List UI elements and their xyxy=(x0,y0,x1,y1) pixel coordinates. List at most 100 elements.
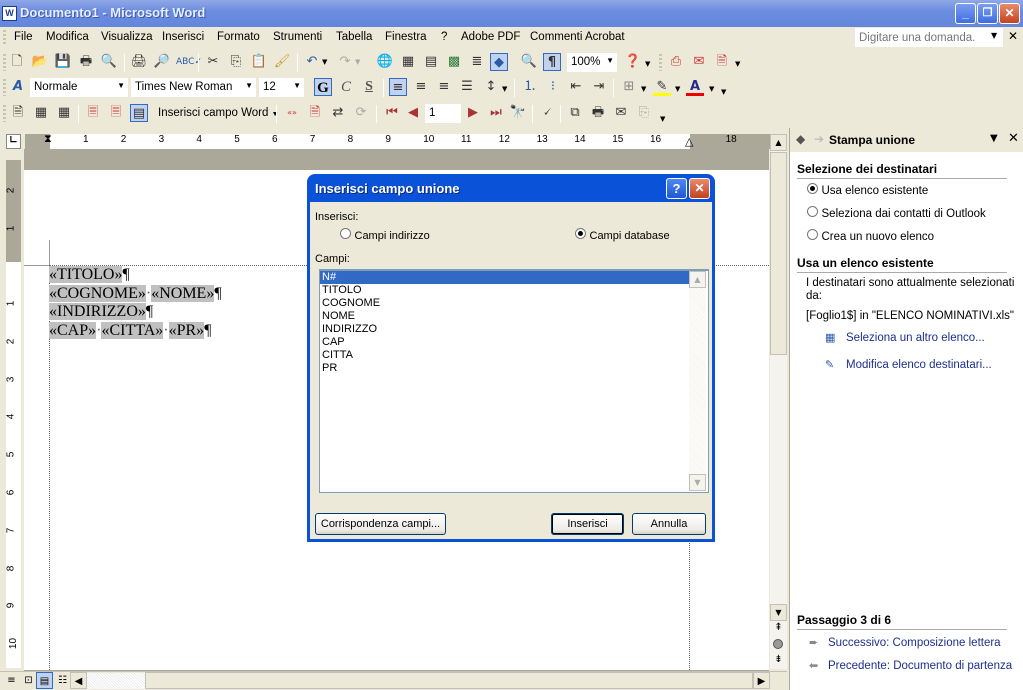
horizontal-ruler[interactable]: ⧗ △ 1 2 3 4 5 6 7 8 9 10 11 12 13 14 15 16 18 xyxy=(25,132,770,149)
font-color-icon[interactable]: A xyxy=(686,78,704,96)
align-right-icon[interactable]: ≡ xyxy=(435,78,453,96)
scroll-down-button[interactable]: ▼ xyxy=(770,604,787,621)
merge-to-fax-icon[interactable]: ⎘ xyxy=(635,104,653,122)
horizontal-scroll-thumb[interactable] xyxy=(145,672,753,689)
toolbar-grip[interactable] xyxy=(3,79,6,96)
radio-use-existing[interactable] xyxy=(807,183,818,194)
font-size-dropdown-icon[interactable]: ▼ xyxy=(293,81,301,90)
numbering-icon[interactable]: ⒈ xyxy=(521,78,539,96)
horizontal-scrollbar[interactable]: ≡ ⊡ ▤ ☷ ◀ ▶ xyxy=(0,671,787,690)
list-scrollbar[interactable]: ▲ ▼ xyxy=(689,271,706,491)
option-outlook-contacts[interactable]: Seleziona dai contatti di Outlook xyxy=(807,206,986,220)
zoom-combo[interactable]: 100% ▼ xyxy=(567,53,617,72)
spelling-icon[interactable]: ABC✓ xyxy=(176,53,202,71)
menu-commenti-acrobat[interactable]: Commenti Acrobat xyxy=(530,31,625,43)
pdf-review-icon[interactable]: 🗎 xyxy=(713,53,731,71)
next-step-link[interactable]: Successivo: Composizione lettera xyxy=(828,637,1001,649)
scroll-thumb[interactable] xyxy=(770,152,787,355)
redo-icon[interactable]: ↷ xyxy=(336,53,354,71)
merge-field[interactable]: «INDIRIZZO» xyxy=(49,303,146,320)
format-painter-icon[interactable]: 🖌 xyxy=(273,53,291,71)
first-line-indent-marker[interactable]: ⧗ xyxy=(44,132,52,146)
show-formatting-icon[interactable]: ¶ xyxy=(543,53,561,71)
dialog-close-button[interactable]: ✕ xyxy=(689,178,710,199)
select-browse-object-button[interactable] xyxy=(773,639,783,649)
next-page-button[interactable]: ⇟ xyxy=(770,654,787,665)
font-color-dropdown-icon[interactable]: ▼ xyxy=(709,85,714,93)
merge-field[interactable]: «NOME» xyxy=(151,284,215,302)
hyperlink-icon[interactable]: 🌐 xyxy=(376,53,394,71)
highlight-icon[interactable]: ✎ xyxy=(653,78,671,96)
fields-listbox[interactable]: N# TITOLO COGNOME NOME INDIRIZZO CAP CITTA PR ▲… xyxy=(319,269,709,493)
pdf-email-icon[interactable]: ✉ xyxy=(690,53,708,71)
line-spacing-dropdown-icon[interactable]: ▼ xyxy=(502,85,507,93)
insert-excel-icon[interactable]: ▩ xyxy=(445,53,463,71)
insert-merge-fields-icon[interactable]: ▤ xyxy=(130,104,148,122)
underline-button[interactable]: S xyxy=(360,78,378,96)
tab-selector-button[interactable]: ∟ xyxy=(6,134,21,149)
radio-outlook-contacts[interactable] xyxy=(807,206,818,217)
previous-step-link[interactable]: Precedente: Documento di partenza xyxy=(828,660,1012,672)
menu-modifica[interactable]: Modifica xyxy=(46,31,89,43)
document-line[interactable]: «TITOLO»¶ xyxy=(49,266,130,284)
radio-address-fields-control[interactable] xyxy=(340,228,351,239)
insert-address-block-icon[interactable]: 🗏 xyxy=(84,104,102,122)
radio-address-fields[interactable]: Campi indirizzo xyxy=(340,228,430,242)
search-file-icon[interactable]: 🔍 xyxy=(100,53,118,71)
minimize-button[interactable]: _ xyxy=(955,3,976,24)
justify-icon[interactable]: ☰ xyxy=(458,78,476,96)
radio-database-fields[interactable]: Campi database xyxy=(575,228,670,242)
radio-database-fields-control[interactable] xyxy=(575,228,586,239)
select-other-list-link[interactable]: Seleziona un altro elenco... xyxy=(846,332,985,344)
increase-indent-icon[interactable]: ⇥ xyxy=(590,78,608,96)
option-new-list[interactable]: Crea un nuovo elenco xyxy=(807,229,934,243)
undo-icon[interactable]: ↶ xyxy=(303,53,321,71)
forward-arrow-icon[interactable]: ➔ xyxy=(814,132,824,146)
menu-inserisci[interactable]: Inserisci xyxy=(162,31,204,43)
save-icon[interactable]: 💾 xyxy=(54,53,72,71)
permission-icon[interactable]: 🖶 xyxy=(77,53,95,71)
new-document-icon[interactable]: 🗋 xyxy=(8,53,26,71)
restore-button[interactable]: ❐ xyxy=(977,3,998,24)
main-document-setup-icon[interactable]: 🗎 xyxy=(9,104,27,122)
merge-to-printer-icon[interactable]: 🖶 xyxy=(589,104,607,122)
first-record-icon[interactable]: ⏮ xyxy=(383,104,401,122)
copy-icon[interactable]: ⎘ xyxy=(227,53,245,71)
cut-icon[interactable]: ✂ xyxy=(204,53,222,71)
task-pane-close-icon[interactable]: ✕ xyxy=(1008,131,1019,146)
font-combo[interactable]: Times New Roman ▼ xyxy=(131,78,256,97)
back-arrow-icon[interactable]: ◆ xyxy=(796,132,805,146)
field-list-item[interactable]: NOME xyxy=(320,310,689,323)
view-merged-data-icon[interactable]: «» xyxy=(283,104,301,122)
web-layout-view-button[interactable]: ⊡ xyxy=(20,672,37,689)
open-folder-icon[interactable]: 📂 xyxy=(31,53,49,71)
toolbar-options-icon[interactable]: ▼ xyxy=(735,60,740,68)
drawing-icon[interactable]: ◆ xyxy=(490,53,508,71)
align-center-icon[interactable]: ≡ xyxy=(412,78,430,96)
toolbar-options-icon[interactable]: ▼ xyxy=(721,88,726,96)
record-number-input[interactable]: 1 xyxy=(425,104,461,123)
merge-field[interactable]: «PR» xyxy=(168,321,205,339)
merge-to-new-document-icon[interactable]: ⧉ xyxy=(566,104,584,122)
style-dropdown-icon[interactable]: ▼ xyxy=(117,81,125,90)
print-icon[interactable]: 🖨 xyxy=(130,53,148,71)
menu-finestra[interactable]: Finestra xyxy=(385,31,427,43)
insert-word-field-button[interactable]: Inserisci campo Word ▼ xyxy=(158,107,279,119)
document-line[interactable]: «INDIRIZZO»¶ xyxy=(49,303,153,321)
toolbar-grip[interactable] xyxy=(659,54,662,71)
line-spacing-icon[interactable]: ↕ xyxy=(482,78,500,96)
field-list-item[interactable]: INDIRIZZO xyxy=(320,323,689,336)
field-list-item[interactable]: COGNOME xyxy=(320,297,689,310)
styles-icon[interactable]: A xyxy=(9,78,27,96)
dialog-help-button[interactable]: ? xyxy=(666,178,687,199)
previous-page-button[interactable]: ⇞ xyxy=(770,622,787,633)
normal-view-button[interactable]: ≡ xyxy=(3,672,20,689)
field-list-item[interactable]: PR xyxy=(320,362,689,375)
scroll-up-button[interactable]: ▲ xyxy=(770,134,787,151)
field-list-item[interactable]: TITOLO xyxy=(320,284,689,297)
help-icon[interactable]: ❓ xyxy=(624,53,642,71)
match-fields-button[interactable]: Corrispondenza campi... xyxy=(315,513,446,535)
word-app-icon[interactable]: W xyxy=(2,6,17,21)
document-line[interactable]: «CAP»·«CITTA»·«PR»¶ xyxy=(49,321,211,340)
toolbar-grip[interactable] xyxy=(3,105,6,122)
